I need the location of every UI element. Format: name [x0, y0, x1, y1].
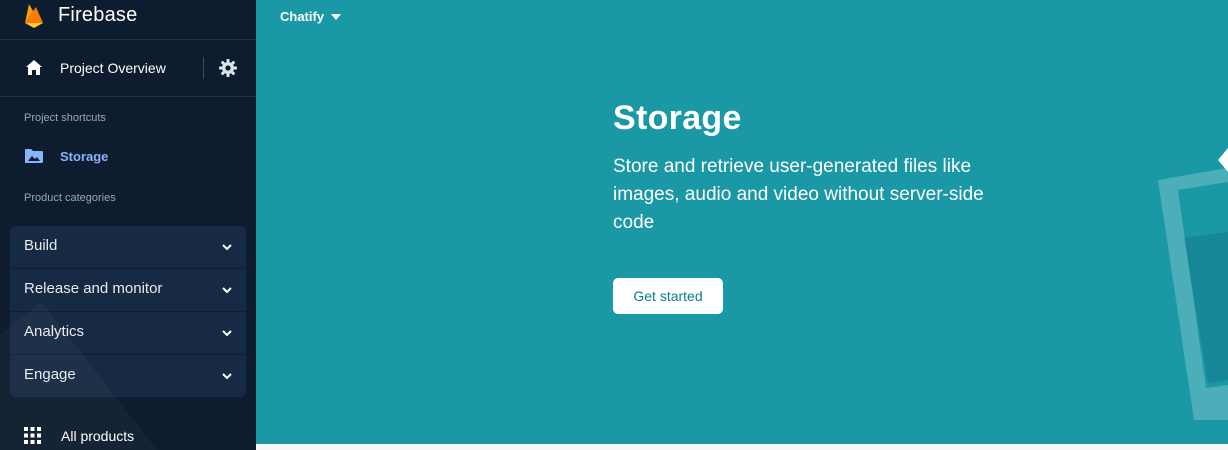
get-started-button[interactable]: Get started	[613, 278, 723, 314]
category-build[interactable]: Build	[10, 226, 246, 269]
category-release-and-monitor[interactable]: Release and monitor	[10, 269, 246, 312]
apps-grid-icon	[24, 427, 41, 444]
page-title: Storage	[613, 99, 742, 137]
storage-illustration	[1158, 148, 1228, 420]
page-description: Store and retrieve user-generated files …	[613, 156, 984, 233]
folder-image-icon	[25, 149, 43, 163]
category-analytics[interactable]: Analytics	[10, 312, 246, 355]
firebase-flame-icon	[25, 4, 43, 28]
sidebar: Firebase Project Overview Project shortc…	[0, 0, 256, 450]
shortcut-storage-label: Storage	[60, 149, 109, 164]
category-label: Build	[24, 237, 58, 254]
main-content: Chatify Storage Store and retrieve user-…	[256, 0, 1228, 444]
all-products-link[interactable]: All products	[0, 424, 256, 450]
category-label: Analytics	[24, 323, 85, 340]
page-footer-strip	[256, 444, 1228, 450]
product-categories-heading: Product categories	[24, 192, 116, 204]
project-overview-row: Project Overview	[0, 46, 256, 90]
caret-down-icon	[331, 13, 342, 20]
divider	[0, 96, 256, 97]
product-categories: Build Release and monitor Analytics Enga…	[10, 226, 246, 397]
chevron-down-icon	[222, 244, 232, 251]
all-products-label: All products	[61, 428, 135, 444]
chevron-down-icon	[222, 330, 232, 337]
category-engage[interactable]: Engage	[10, 355, 246, 397]
divider	[203, 57, 204, 79]
project-overview-link[interactable]: Project Overview	[60, 60, 166, 76]
category-label: Release and monitor	[24, 280, 163, 297]
brand-name: Firebase	[58, 3, 138, 26]
project-name: Chatify	[280, 9, 325, 24]
project-selector[interactable]: Chatify	[280, 9, 342, 24]
gear-icon[interactable]	[218, 58, 238, 78]
divider	[0, 39, 256, 40]
category-label: Engage	[24, 366, 76, 383]
project-shortcuts-heading: Project shortcuts	[24, 112, 106, 124]
chevron-down-icon	[222, 287, 232, 294]
shortcut-storage[interactable]: Storage	[0, 144, 256, 168]
home-icon[interactable]	[24, 58, 44, 78]
brand[interactable]: Firebase	[0, 0, 256, 36]
chevron-down-icon	[222, 373, 232, 380]
